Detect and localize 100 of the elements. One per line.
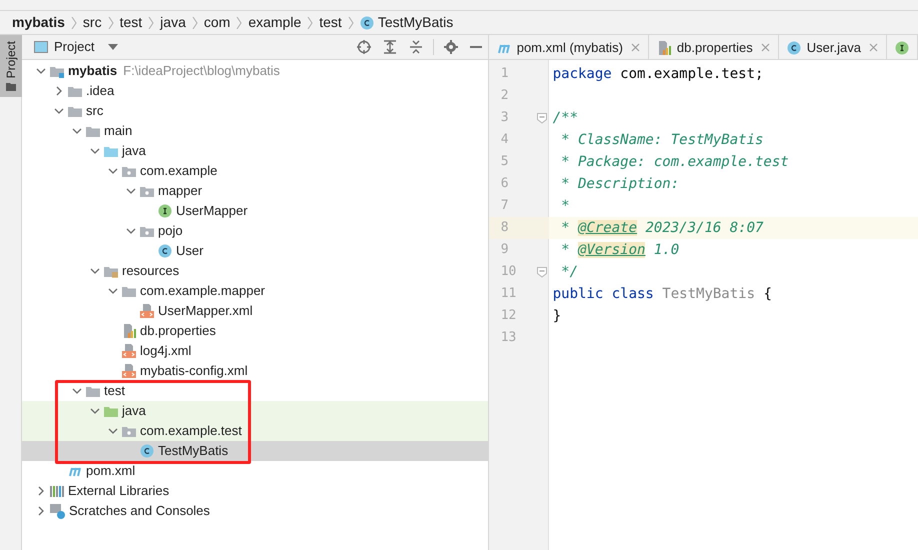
tree-item-label: mybatis-config.xml [140, 362, 248, 380]
tree-item[interactable]: mybatis-config.xml [22, 361, 488, 381]
breadcrumb-item[interactable]: com [204, 12, 230, 33]
breadcrumb-item[interactable]: test [120, 12, 142, 33]
tree-item[interactable]: src [22, 101, 488, 121]
tree-item-label: External Libraries [68, 482, 170, 500]
fold-icon[interactable] [536, 112, 547, 124]
tree-item[interactable]: com.example.test [22, 421, 488, 441]
tree-item[interactable]: java [22, 401, 488, 421]
chevron-icon [192, 16, 198, 28]
expanded-chevron-icon[interactable] [36, 66, 46, 76]
code-line: * @Create 2023/3/16 8:07 [560, 218, 764, 238]
folder-icon [6, 82, 16, 92]
chevron-icon [236, 16, 242, 28]
breadcrumb-item[interactable]: TestMyBatis [378, 12, 454, 33]
code-line: * [560, 196, 570, 216]
settings-icon[interactable] [444, 40, 458, 54]
tab-label: db.properties [676, 38, 753, 57]
dropdown-caret-icon[interactable] [108, 44, 118, 50]
tree-item-label: java [122, 142, 146, 160]
collapse-all-icon[interactable] [408, 40, 423, 54]
line-number: 1 [500, 65, 509, 84]
module-path: F:\ideaProject\blog\mybatis [123, 62, 280, 80]
module-folder-icon [50, 64, 64, 78]
tree-item-label: UserMapper [176, 202, 248, 220]
code-line: */ [560, 262, 578, 282]
tree-item-label: pojo [158, 222, 183, 240]
line-number: 2 [500, 87, 509, 106]
tree-item-label: src [86, 102, 104, 120]
tree-item[interactable]: com.example.mapper [22, 281, 488, 301]
expand-all-icon[interactable] [382, 40, 397, 54]
code-line: public class TestMyBatis { [552, 284, 772, 304]
tree-item[interactable]: java [22, 141, 488, 161]
scratches-icon [50, 504, 65, 518]
line-number: 11 [500, 285, 516, 304]
class-icon [360, 16, 374, 30]
close-icon[interactable] [869, 43, 878, 52]
chevron-icon [108, 16, 114, 28]
tree-item-label: Scratches and Consoles [69, 502, 210, 520]
tree-item[interactable]: db.properties [22, 321, 488, 341]
tree-item[interactable]: test [22, 381, 488, 401]
folder-icon [122, 284, 136, 298]
tree-item-label: UserMapper.xml [158, 302, 253, 320]
panel-icon [34, 41, 48, 53]
folder-icon [104, 144, 118, 158]
side-tab-label: Project [5, 41, 17, 78]
folder-icon [86, 124, 100, 138]
tree-item[interactable]: com.example [22, 161, 488, 181]
tree-item[interactable]: log4j.xml [22, 341, 488, 361]
tree-item-label: db.properties [140, 322, 216, 340]
breadcrumb-item[interactable]: java [160, 12, 186, 33]
fold-icon[interactable] [536, 266, 547, 278]
libraries-icon [50, 484, 64, 498]
tree-item[interactable]: UserMapper [22, 201, 488, 221]
tree-item[interactable]: mybatis F:\ideaProject\blog\mybatis [22, 61, 488, 81]
locate-icon[interactable] [356, 40, 371, 54]
collapsed-chevron-icon[interactable] [54, 86, 64, 96]
line-number: 6 [500, 175, 509, 194]
tree-item[interactable]: pojo [22, 221, 488, 241]
package-icon [122, 164, 136, 178]
chevron-icon [70, 16, 77, 28]
tree-item-label: TestMyBatis [158, 442, 228, 460]
breadcrumb-item[interactable]: src [82, 12, 102, 33]
code-line: * Package: com.example.test [560, 152, 789, 172]
line-number: 4 [500, 131, 509, 150]
tree-item[interactable]: User [22, 241, 488, 261]
line-number: 3 [500, 109, 509, 128]
class-icon [786, 40, 801, 54]
expanded-chevron-icon[interactable] [126, 226, 136, 236]
code-line: } [552, 306, 562, 326]
tree-item[interactable]: pom.xml [22, 461, 488, 481]
breadcrumb-item[interactable]: mybatis [12, 12, 65, 33]
tree-item[interactable]: Scratches and Consoles [22, 501, 488, 521]
breadcrumb-item[interactable]: example [248, 12, 302, 33]
tree-item-label: com.example.mapper [140, 282, 265, 300]
package-icon [140, 184, 154, 198]
tree-item-label: .idea [86, 82, 114, 100]
project-side-tab[interactable]: Project [0, 35, 22, 97]
tree-item-label: test [104, 382, 125, 400]
line-number: 12 [500, 307, 516, 326]
chevron-icon [307, 16, 314, 28]
tree-item[interactable]: main [22, 121, 488, 141]
panel-title[interactable]: Project [54, 37, 94, 57]
tree-item[interactable]: .idea [22, 81, 488, 101]
line-number: 8 [500, 219, 509, 238]
breadcrumb-item[interactable]: test [319, 12, 342, 33]
interface-icon [158, 204, 172, 218]
tree-item-label: java [122, 402, 146, 420]
close-icon[interactable] [760, 43, 770, 52]
tab-label: pom.xml (mybatis) [516, 38, 623, 57]
tree-item[interactable]: External Libraries [22, 481, 488, 501]
line-number: 9 [500, 241, 509, 260]
close-icon[interactable] [630, 43, 640, 52]
tree-item[interactable]: UserMapper.xml [22, 301, 488, 321]
tree-item[interactable]: mapper [22, 181, 488, 201]
tree-item[interactable]: resources [22, 261, 488, 281]
tree-item-label: mapper [158, 182, 202, 200]
tree-item-label: com.example [140, 162, 218, 180]
class-icon [158, 244, 172, 258]
tree-item[interactable]: TestMyBatis [22, 441, 488, 461]
